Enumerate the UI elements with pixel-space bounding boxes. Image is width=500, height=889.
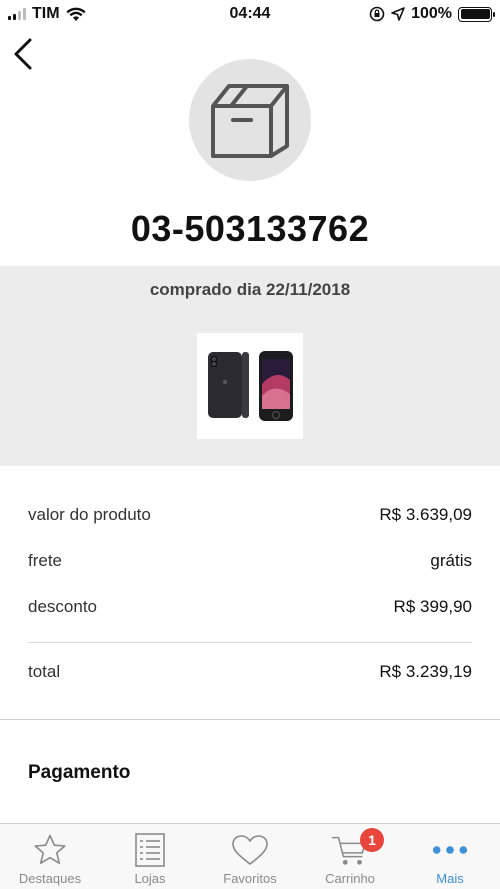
battery-percent: 100% bbox=[411, 5, 452, 22]
total-value: R$ 3.239,19 bbox=[379, 662, 472, 681]
list-icon bbox=[131, 832, 169, 868]
phone-front-image bbox=[259, 351, 293, 421]
battery-icon bbox=[458, 6, 495, 22]
price-value: grátis bbox=[430, 551, 472, 570]
price-label: valor do produto bbox=[28, 505, 151, 524]
cart-count-badge: 1 bbox=[360, 828, 384, 852]
price-value: R$ 399,90 bbox=[393, 597, 472, 616]
product-image[interactable] bbox=[197, 333, 303, 439]
tab-label: Carrinho bbox=[325, 871, 375, 886]
tab-favoritos[interactable]: Favoritos bbox=[200, 824, 300, 889]
orientation-lock-icon bbox=[369, 6, 385, 22]
more-icon bbox=[431, 832, 469, 868]
price-row-product: valor do produto R$ 3.639,09 bbox=[28, 492, 472, 538]
price-label: frete bbox=[28, 551, 63, 570]
status-bar-right: 100% bbox=[369, 5, 495, 23]
heart-icon bbox=[231, 832, 269, 868]
price-row-total: total R$ 3.239,19 bbox=[28, 649, 472, 695]
status-bar: TIM 04:44 100% bbox=[0, 0, 500, 30]
tab-destaques[interactable]: Destaques bbox=[0, 824, 100, 889]
tab-carrinho[interactable]: 1 Carrinho bbox=[300, 824, 400, 889]
divider bbox=[28, 642, 472, 643]
tab-mais[interactable]: Mais bbox=[400, 824, 500, 889]
total-label: total bbox=[28, 662, 61, 681]
order-id: 03-503133762 bbox=[130, 208, 370, 249]
price-row-discount: desconto R$ 399,90 bbox=[28, 584, 472, 630]
tab-lojas[interactable]: Lojas bbox=[100, 824, 200, 889]
price-value: R$ 3.639,09 bbox=[379, 505, 472, 524]
star-icon bbox=[31, 832, 69, 868]
price-breakdown: valor do produto R$ 3.639,09 frete gráti… bbox=[28, 492, 472, 695]
tab-bar: Destaques Lojas Favoritos 1 Carrinho Mai… bbox=[0, 823, 500, 889]
chevron-left-icon bbox=[14, 38, 32, 70]
location-arrow-icon bbox=[391, 7, 405, 21]
back-button[interactable] bbox=[8, 34, 38, 74]
tab-label: Destaques bbox=[18, 871, 82, 886]
order-avatar bbox=[189, 59, 311, 181]
tab-label: Mais bbox=[436, 871, 464, 886]
order-summary-band: comprado dia 22/11/2018 bbox=[0, 266, 500, 466]
price-label: desconto bbox=[28, 597, 97, 616]
package-icon bbox=[211, 84, 289, 158]
phone-back-image bbox=[208, 352, 249, 418]
tab-label: Lojas bbox=[134, 871, 166, 886]
section-divider bbox=[0, 719, 500, 720]
payment-section-title: Pagamento bbox=[28, 762, 131, 783]
price-row-shipping: frete grátis bbox=[28, 538, 472, 584]
tab-label: Favoritos bbox=[223, 871, 277, 886]
purchase-date: comprado dia 22/11/2018 bbox=[149, 280, 351, 299]
